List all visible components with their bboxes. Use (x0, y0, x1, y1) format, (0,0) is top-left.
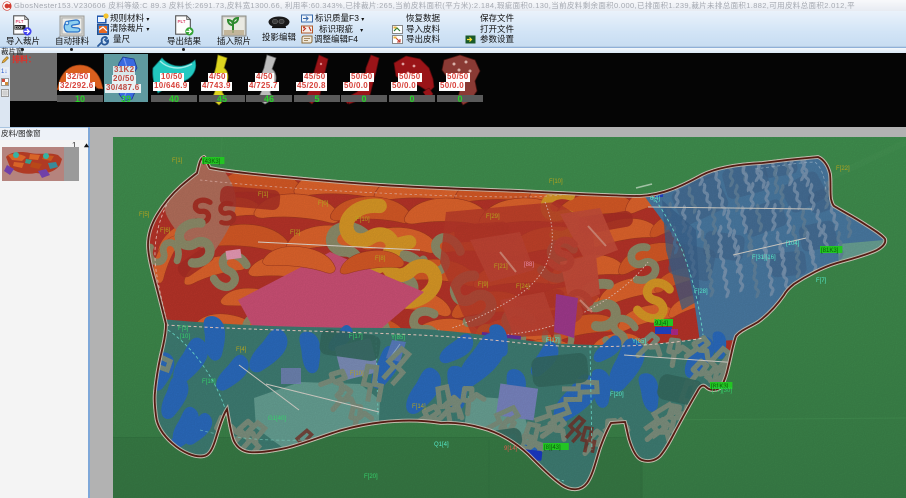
svg-text:F[0]: F[0] (318, 201, 329, 207)
svg-text:F[28]: F[28] (694, 289, 708, 295)
svg-text:F[31][16]: F[31][16] (752, 255, 776, 261)
svg-text:Y[85]: Y[85] (391, 335, 405, 341)
svg-text:F[09]: F[09] (650, 316, 664, 322)
svg-text:F[29]: F[29] (486, 214, 500, 220)
svg-text:F[4]: F[4] (236, 347, 247, 353)
svg-text:F[20]: F[20] (610, 392, 624, 398)
svg-text:F[10]: F[10] (350, 371, 364, 377)
svg-text:F[14]: F[14] (412, 404, 426, 410)
svg-text:[77][30]: [77][30] (712, 388, 732, 394)
svg-text:[43K3]: [43K3] (203, 159, 221, 165)
svg-text:F[7]: F[7] (816, 278, 827, 284)
svg-text:F[10]: F[10] (549, 179, 563, 185)
svg-text:F[21]: F[21] (494, 264, 508, 270)
svg-text:6[4]: 6[4] (650, 196, 660, 202)
svg-text:9[14]: 9[14] (504, 446, 518, 452)
svg-text:1↓: 1↓ (1, 69, 7, 75)
svg-text:F[2]: F[2] (290, 230, 301, 236)
svg-text:F[6]: F[6] (160, 228, 171, 234)
svg-text:F[17]: F[17] (546, 338, 560, 344)
svg-text:[81K3]: [81K3] (821, 248, 839, 254)
svg-text:F[10]: F[10] (356, 217, 370, 223)
svg-text:F[1]: F[1] (258, 192, 269, 198)
svg-text:F[24]: F[24] (516, 284, 530, 290)
svg-text:F[8]: F[8] (375, 256, 386, 262)
svg-text:[10]: [10] (180, 334, 190, 340)
svg-text:F[3]: F[3] (178, 326, 189, 332)
svg-text:F[17]: F[17] (349, 334, 363, 340)
svg-text:DXF: DXF (15, 25, 24, 30)
svg-text:PLT: PLT (16, 19, 24, 24)
svg-text:[104]: [104] (786, 241, 800, 247)
svg-text:F[5]: F[5] (139, 212, 150, 218)
svg-text:F[20]: F[20] (364, 474, 378, 480)
svg-text:G1[40]: G1[40] (268, 416, 286, 422)
svg-text:Q1[4]: Q1[4] (434, 442, 449, 448)
svg-text:PLT: PLT (178, 19, 186, 24)
svg-text:F[10]: F[10] (202, 379, 216, 385)
svg-text:F[1]: F[1] (172, 158, 183, 164)
svg-text:[88]: [88] (524, 262, 534, 268)
svg-text:Y[85]: Y[85] (632, 339, 646, 345)
svg-text:F[9]: F[9] (478, 282, 489, 288)
svg-text:[8][43]: [8][43] (544, 445, 561, 451)
svg-text:F[22]: F[22] (836, 166, 850, 172)
